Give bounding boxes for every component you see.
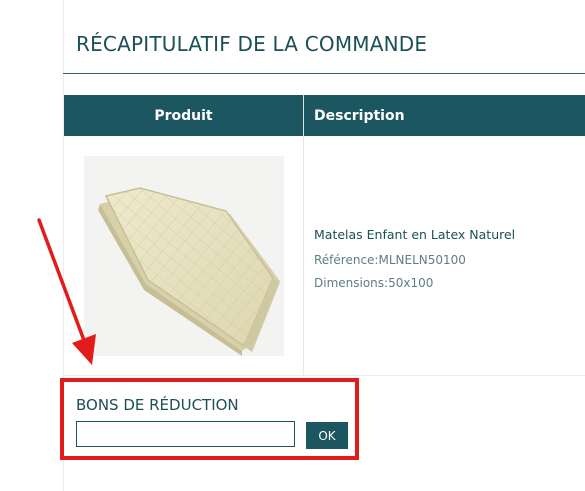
coupon-highlight-box [60,378,359,460]
mattress-picture [84,156,284,356]
header-divider [303,95,304,136]
column-header-produit: Produit [154,107,213,124]
product-image [84,156,284,356]
product-dimensions: Dimensions:50x100 [314,276,434,290]
page-title: RÉCAPITULATIF DE LA COMMANDE [76,32,428,56]
cell-divider [303,136,304,376]
column-header-description: Description [314,107,405,124]
title-divider [63,73,585,74]
order-table-header: Produit Description [64,95,585,136]
product-reference: Référence:MLNELN50100 [314,253,466,267]
product-name: Matelas Enfant en Latex Naturel [314,227,516,242]
red-arrow-icon [37,218,96,365]
row-divider [64,375,585,376]
